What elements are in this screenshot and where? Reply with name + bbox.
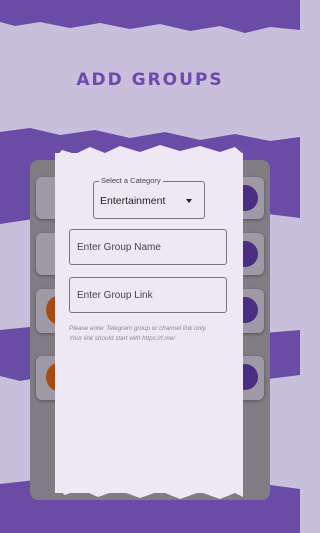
dialog-torn-edges xyxy=(55,145,243,499)
